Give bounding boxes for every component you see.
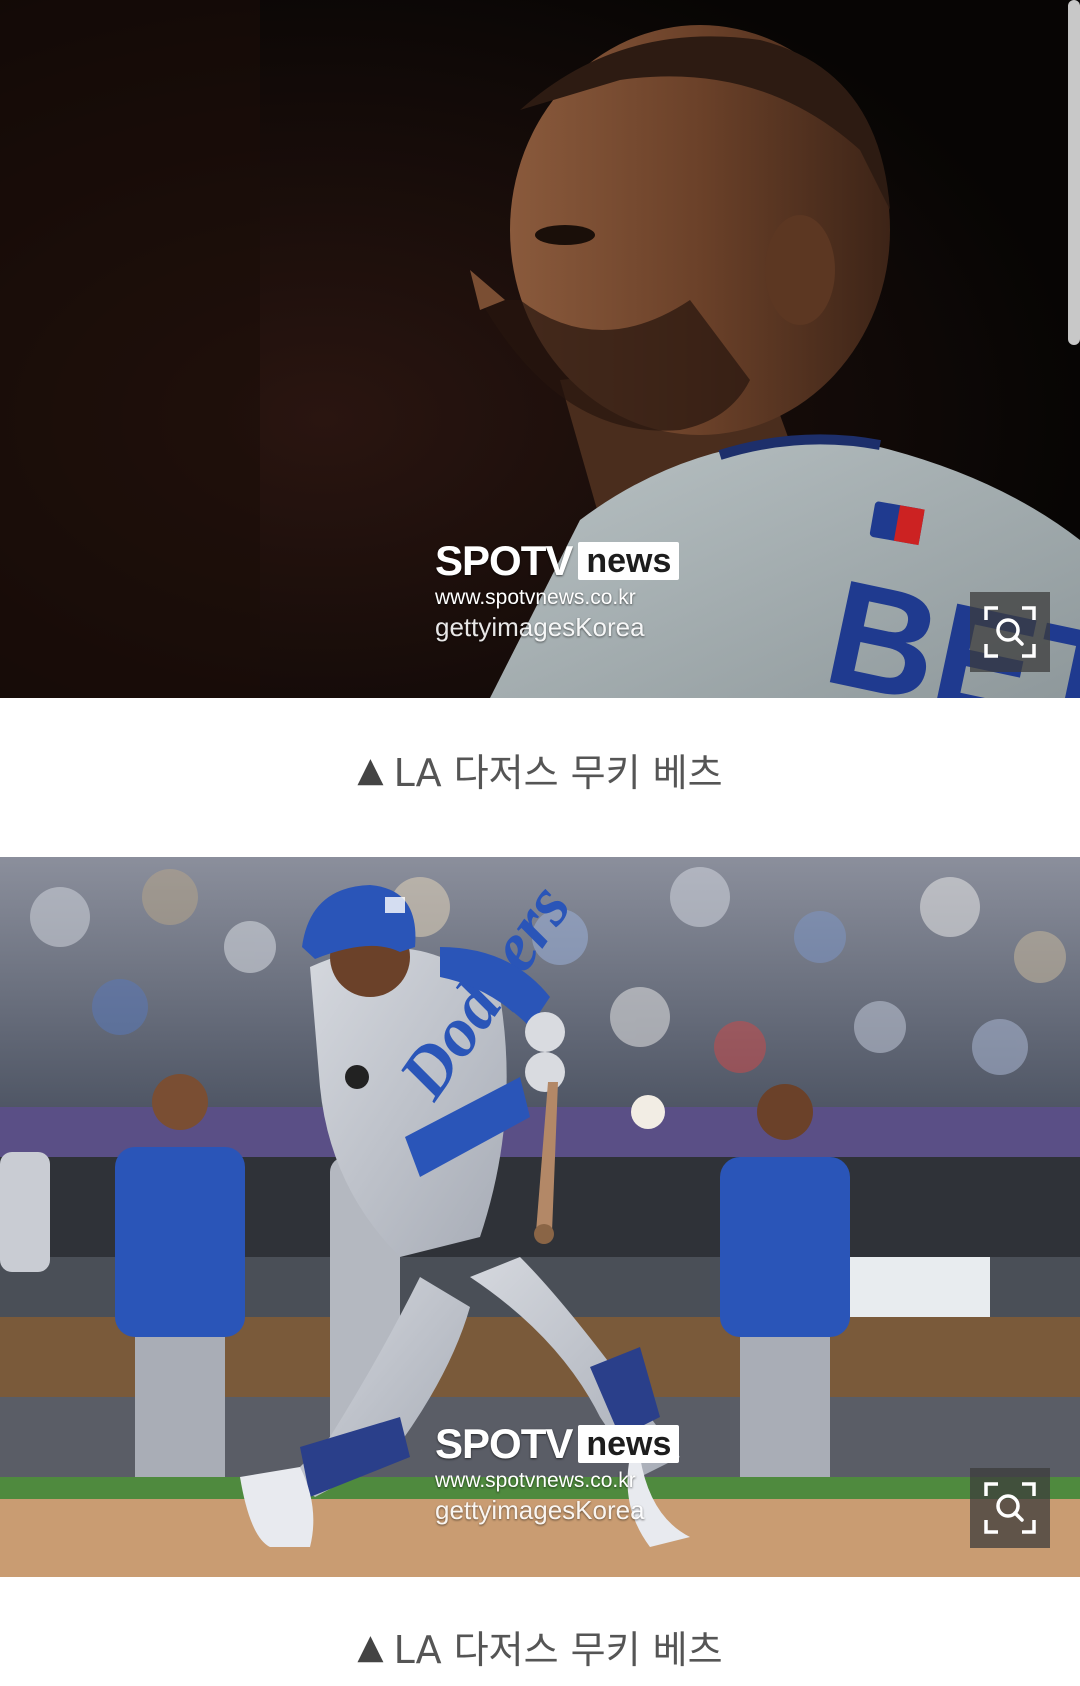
watermark-url: www.spotvnews.co.kr <box>435 1469 636 1492</box>
caption-text: LA 다저스 무키 베츠 <box>393 751 723 795</box>
caption-text: LA 다저스 무키 베츠 <box>393 1628 723 1672</box>
watermark-brand: SPOTV <box>435 1420 573 1467</box>
watermark-url: www.spotvnews.co.kr <box>435 586 636 609</box>
watermark-brand-suffix: news <box>578 1425 680 1463</box>
zoom-button[interactable] <box>970 1468 1050 1548</box>
article-photo-batting[interactable]: Dodgers SPOTV news www.spotvnews.co.kr g… <box>0 857 1080 1577</box>
article-photo-portrait[interactable]: BETTS SPOTV news www.spotvnews.co.kr get… <box>0 0 1080 698</box>
photo-caption: ▲ LA 다저스 무키 베츠 <box>0 742 1080 797</box>
watermark-brand: SPOTV <box>435 537 573 584</box>
zoom-search-icon <box>984 606 1036 658</box>
photo-watermark: SPOTV news www.spotvnews.co.kr gettyimag… <box>435 537 680 643</box>
watermark-agency: gettyimagesKorea <box>435 1495 645 1525</box>
watermark-agency: gettyimagesKorea <box>435 612 645 642</box>
zoom-button[interactable] <box>970 592 1050 672</box>
scrollbar[interactable] <box>1068 0 1080 345</box>
zoom-search-icon <box>984 1482 1036 1534</box>
caption-triangle-icon: ▲ <box>357 749 384 790</box>
caption-triangle-icon: ▲ <box>357 1626 384 1667</box>
photo-caption: ▲ LA 다저스 무키 베츠 <box>0 1619 1080 1674</box>
photo-watermark: SPOTV news www.spotvnews.co.kr gettyimag… <box>435 1420 680 1526</box>
watermark-brand-suffix: news <box>578 542 680 580</box>
